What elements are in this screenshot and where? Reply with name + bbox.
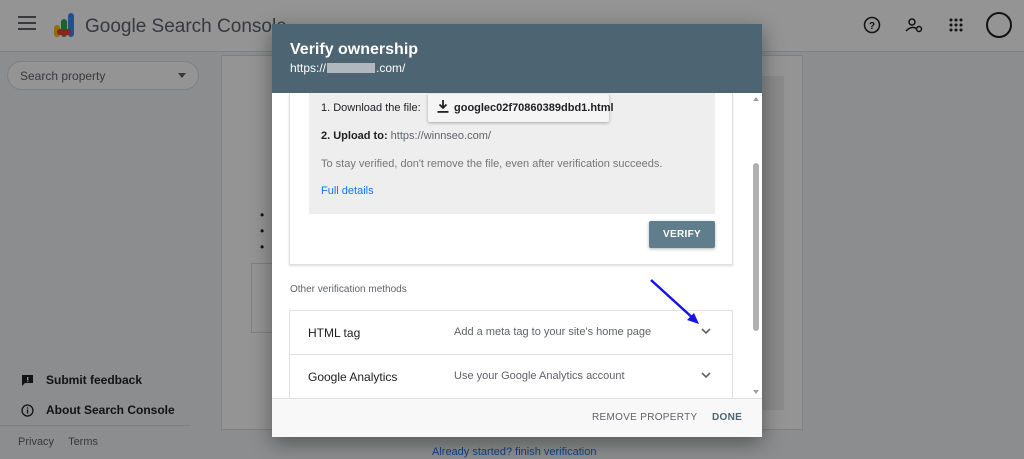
redacted-domain <box>327 63 376 73</box>
dialog-scrollbar[interactable] <box>750 93 762 398</box>
scroll-down-icon[interactable] <box>753 390 759 394</box>
dialog-body[interactable]: 1. Download the file: googlec02f70860389… <box>272 93 762 398</box>
scroll-up-icon[interactable] <box>753 97 759 101</box>
chevron-down-icon[interactable] <box>700 369 712 381</box>
remove-property-button[interactable]: REMOVE PROPERTY <box>592 412 697 423</box>
step2-url: https://winnseo.com/ <box>390 130 491 142</box>
method-name: Google Analytics <box>308 370 398 384</box>
annotation-arrow-icon <box>650 279 699 324</box>
full-details-link[interactable]: Full details <box>321 185 374 197</box>
instructions-box: 1. Download the file: googlec02f70860389… <box>309 93 715 214</box>
property-url: https:// .com/ <box>290 61 405 75</box>
dialog-header: Verify ownership https:// .com/ <box>272 24 762 93</box>
method-description: Add a meta tag to your site's home page <box>454 326 652 338</box>
html-file-method-card: 1. Download the file: googlec02f70860389… <box>289 93 733 265</box>
download-file-name: googlec02f70860389dbd1.html <box>454 102 614 114</box>
scrollbar-thumb[interactable] <box>753 163 759 331</box>
verify-ownership-dialog: Verify ownership https:// .com/ 1. Downl… <box>272 24 762 437</box>
url-prefix: https:// <box>290 61 327 75</box>
step2-label: 2. Upload to: <box>321 130 388 142</box>
dialog-title: Verify ownership <box>290 41 419 58</box>
step1-label: 1. Download the file: <box>321 102 421 114</box>
url-suffix: .com/ <box>376 61 406 75</box>
step2: 2. Upload to: https://winnseo.com/ <box>321 130 491 142</box>
other-methods-label: Other verification methods <box>290 284 407 295</box>
method-google-analytics[interactable]: Google Analytics Use your Google Analyti… <box>290 355 732 398</box>
dialog-footer: REMOVE PROPERTY DONE <box>272 398 762 437</box>
stay-verified-note: To stay verified, don't remove the file,… <box>321 158 663 170</box>
done-button[interactable]: DONE <box>712 412 742 423</box>
download-file-button[interactable]: googlec02f70860389dbd1.html <box>428 94 614 122</box>
verify-button[interactable]: VERIFY <box>649 221 715 248</box>
download-icon <box>437 100 449 116</box>
method-name: HTML tag <box>308 326 361 340</box>
method-description: Use your Google Analytics account <box>454 370 625 382</box>
